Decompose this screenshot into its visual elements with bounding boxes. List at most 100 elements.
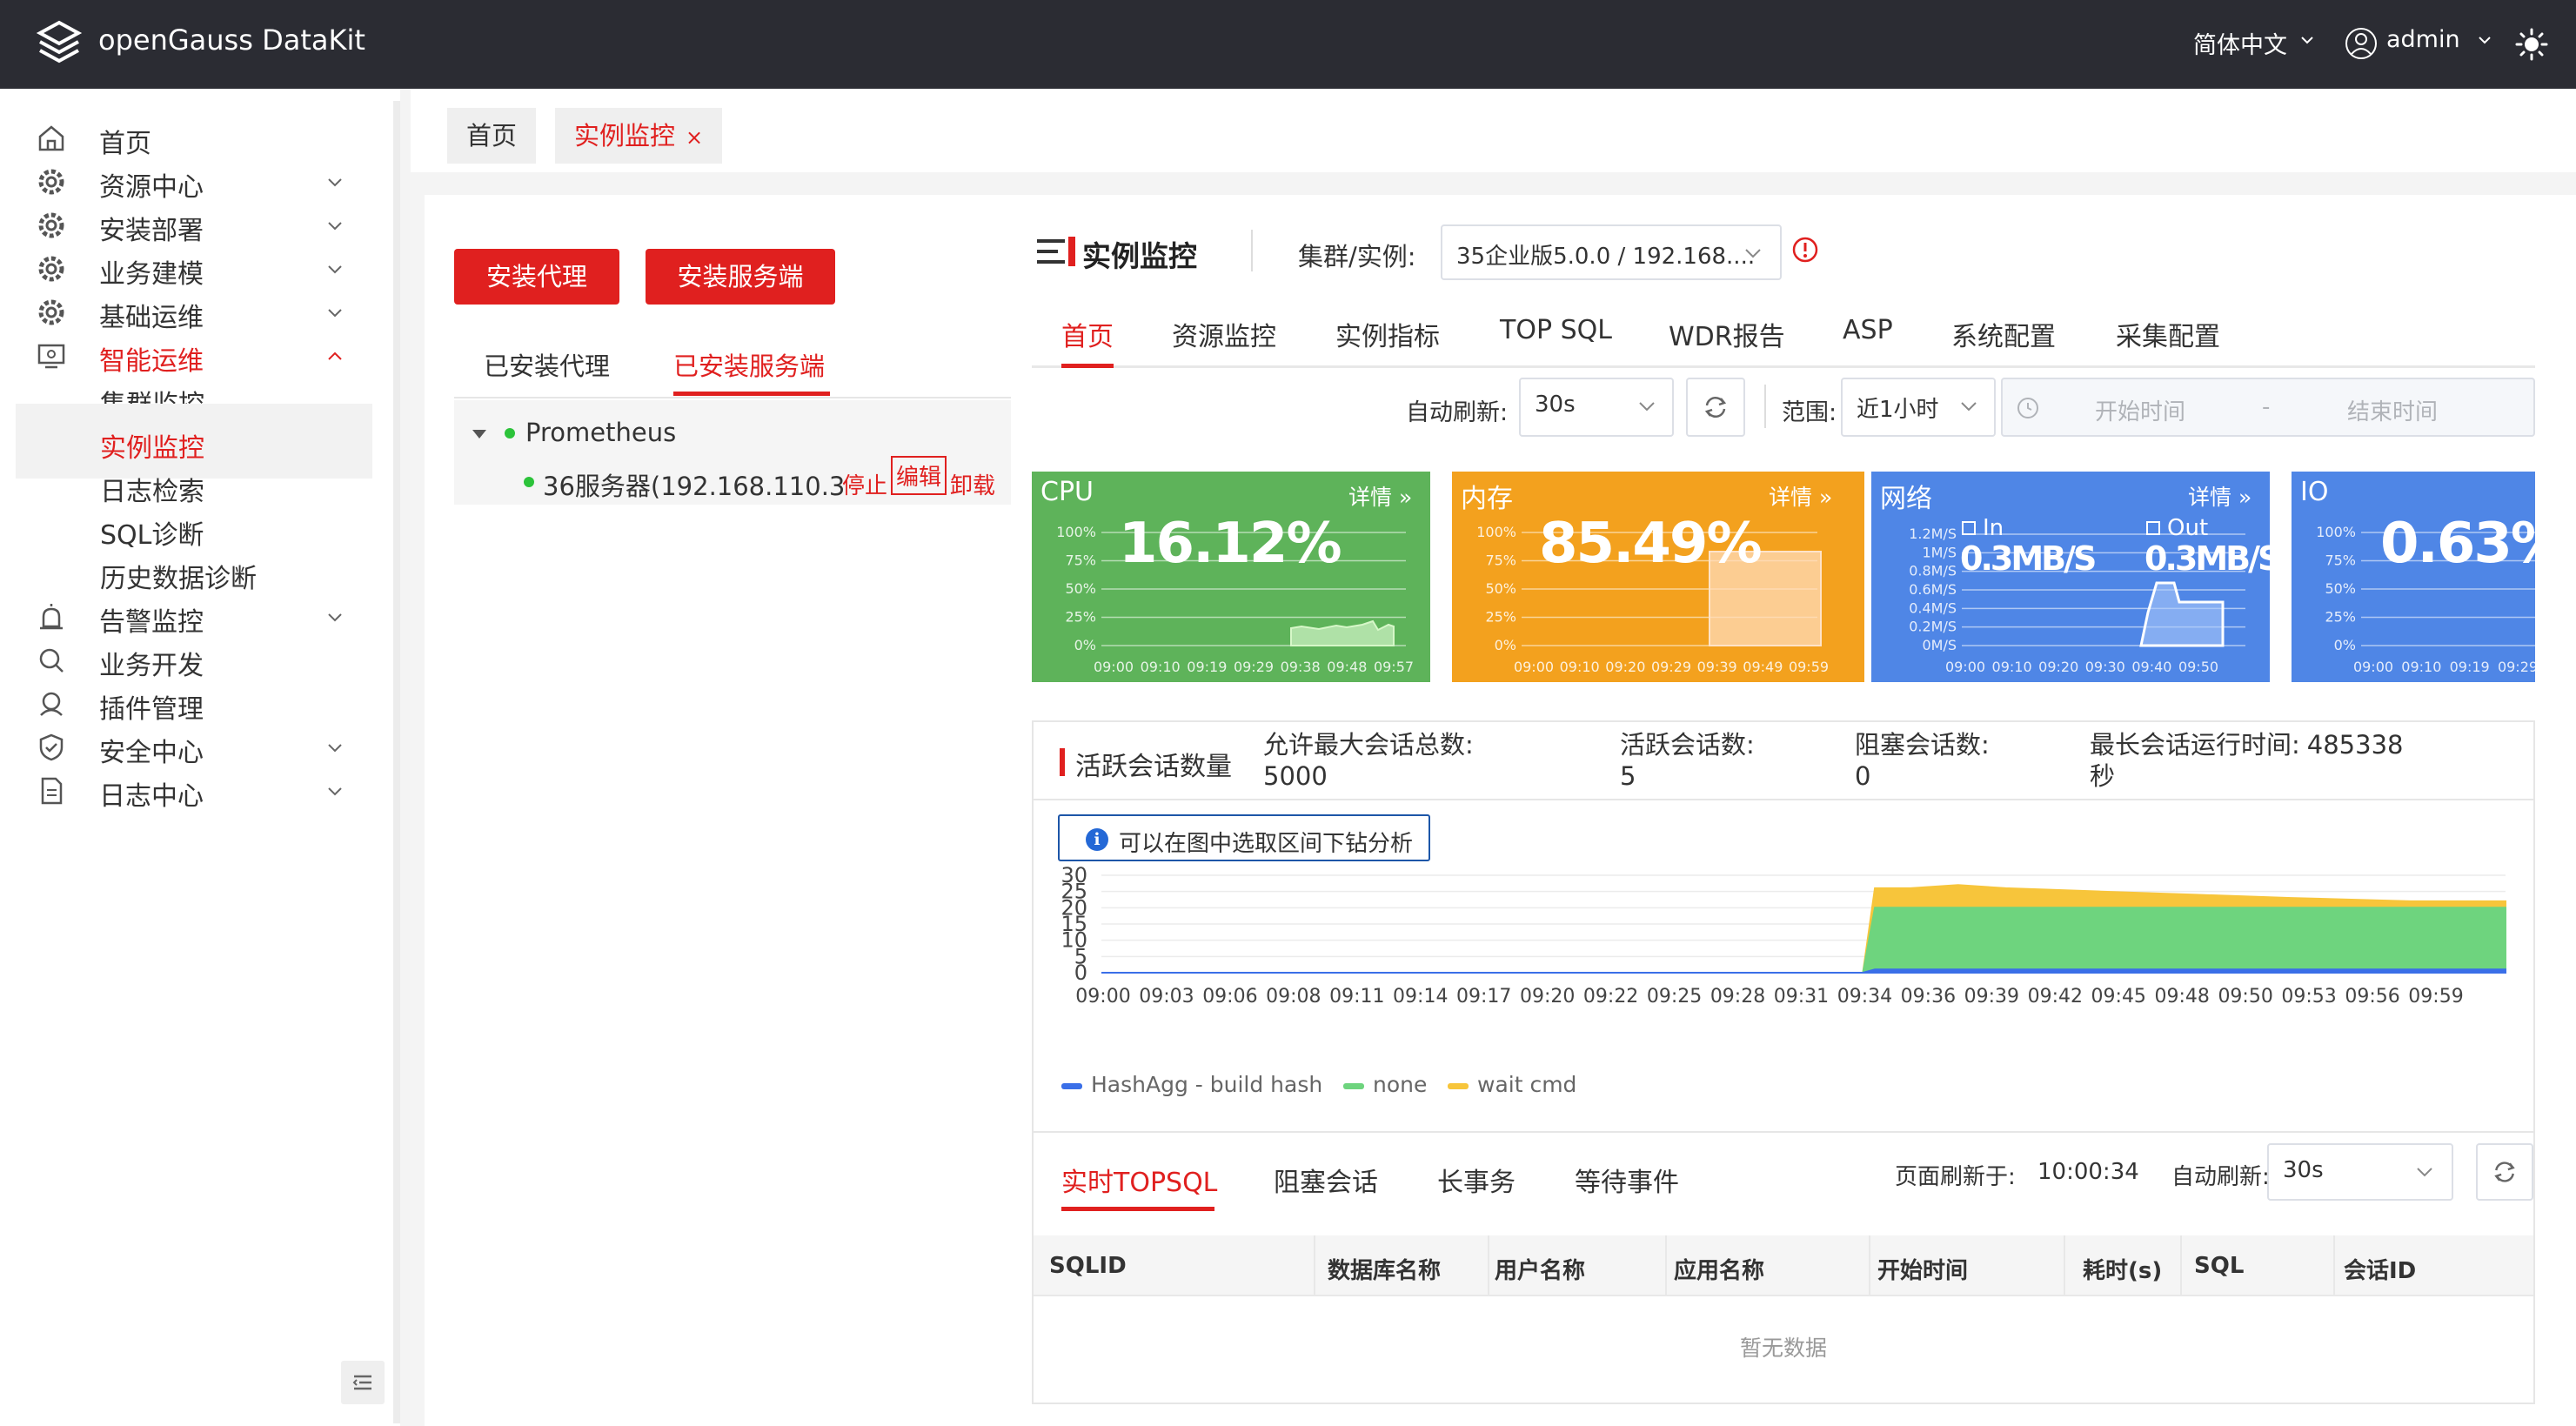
sidebar-collapse-button[interactable] [341,1361,385,1404]
y-tick-label: 0M/S [1922,637,1957,653]
io-value: 0.63% [2380,512,2535,576]
cluster-select[interactable]: 35企业版5.0.0 / 192.168.... [1441,224,1782,280]
y-tick-label: 30 [1061,863,1087,887]
clock-icon [2017,398,2038,418]
column-header[interactable]: 应用名称 [1674,1253,1764,1285]
y-tick-label: 100% [2316,524,2356,540]
range-label: 范围: [1782,399,1837,426]
refresh-button[interactable] [1686,378,1745,437]
y-tick-label: 50% [1485,580,1516,597]
sidebar: 首页 资源中心 安装部署 业务建模 基础运维 智能运维 集群监控 实例监控 日志… [0,89,400,1426]
active-sessions-panel: 活跃会话数量 允许最大会话总数: 5000 活跃会话数: 5 阻塞会话数: 0 最长会… [1032,720,2535,1404]
memory-title: 内存 [1461,484,1513,514]
column-divider [1869,1235,1870,1296]
tab-long-transactions[interactable]: 长事务 [1437,1161,1515,1199]
tab-wait-events[interactable]: 等待事件 [1575,1161,1679,1199]
x-tick-label: 09:28 [1710,986,1765,1008]
series-area [1101,968,2506,974]
tab-home[interactable]: 首页 [447,108,537,164]
y-tick-label: 25% [1485,609,1516,626]
start-time-input[interactable]: 开始时间 [2095,394,2185,426]
column-header[interactable]: 开始时间 [1877,1253,1968,1285]
legend-label: wait cmd [1477,1072,1577,1097]
max-sessions-label: 允许最大会话总数: [1263,730,1474,760]
tab-realtime-topsql[interactable]: 实时TOPSQL [1061,1161,1217,1199]
x-tick-label: 09:19 [2450,659,2490,675]
user-avatar-icon[interactable] [2344,26,2379,61]
install-server-button[interactable]: 安装服务端 [646,249,835,305]
x-tick-label: 09:17 [1456,986,1511,1008]
uninstall-link[interactable]: 卸载 [950,468,995,500]
end-time-input[interactable]: 结束时间 [2347,394,2438,426]
column-header[interactable]: SQLID [1049,1253,1127,1279]
legend-item-wait-cmd[interactable]: wait cmd [1448,1072,1576,1097]
top-tab-active-indicator [1061,1207,1214,1211]
y-tick-label: 0% [1495,637,1516,653]
nav-tab-home[interactable]: 首页 [1061,315,1114,353]
nav-tab-system-config[interactable]: 系统配置 [1951,315,2056,353]
chevron-down-icon[interactable] [2476,31,2493,49]
x-tick-label: 09:50 [2178,659,2218,675]
column-header[interactable]: 用户名称 [1495,1253,1585,1285]
caret-down-icon[interactable] [472,428,487,440]
range-select[interactable]: 近1小时 [1841,378,1996,437]
nav-tab-wdr-report[interactable]: WDR报告 [1669,315,1785,353]
tab-label: 首页 [466,121,518,151]
nav-tab-instance-metrics[interactable]: 实例指标 [1335,315,1440,353]
longest-session-stat: 最长会话运行时间: 485338 秒 [2090,729,2404,792]
memory-detail-link[interactable]: 详情 » [1769,480,1832,512]
network-detail-link[interactable]: 详情 » [2188,480,2251,512]
sidebar-item-log-center[interactable]: 日志中心 [16,752,372,827]
nav-tab-top-sql[interactable]: TOP SQL [1500,315,1612,345]
legend-item-hashagg[interactable]: HashAgg - build hash [1061,1072,1322,1097]
status-dot-online [524,477,534,487]
cpu-detail-link[interactable]: 详情 » [1348,480,1412,512]
nav-tab-resource-monitor[interactable]: 资源监控 [1172,315,1276,353]
y-tick-label: 75% [1485,552,1516,569]
auto-refresh-select[interactable]: 30s [1519,378,1674,437]
tree-node-prometheus[interactable]: Prometheus [525,418,676,447]
legend-item-none[interactable]: none [1343,1072,1427,1097]
refreshed-time: 10:00:34 [2037,1159,2139,1185]
column-header[interactable]: 会话ID [2344,1253,2416,1285]
legend-swatch [1343,1082,1364,1089]
tab-blocked-sessions[interactable]: 阻塞会话 [1274,1161,1378,1199]
x-tick-label: 09:29 [2498,659,2535,675]
legend-label: none [1373,1072,1428,1097]
x-tick-label: 09:34 [1837,986,1892,1008]
io-card: 100% 75% 50% 25% 0% 09:00 09:10 09:19 09:29 IO 0… [2292,472,2535,682]
x-tick-label: 09:36 [1901,986,1956,1008]
top-auto-refresh-label: 自动刷新: [2171,1164,2270,1190]
language-select[interactable]: 简体中文 [2193,26,2287,60]
subtab-installed-agent[interactable]: 已安装代理 [484,346,610,383]
network-card: 1.2M/S 1M/S 0.8M/S 0.6M/S 0.4M/S 0.2M/S 0M/S 09… [1871,472,2270,682]
empty-state: 暂无数据 [1739,1336,1827,1361]
close-icon[interactable]: × [686,125,703,150]
column-header[interactable]: SQL [2194,1253,2244,1279]
x-tick-label: 09:39 [1697,659,1737,675]
user-name[interactable]: admin [2386,26,2460,53]
chevron-down-icon [1961,402,1977,412]
theme-toggle-icon[interactable] [2514,27,2549,62]
stop-link[interactable]: 停止 [842,468,887,500]
chevron-down-icon[interactable] [2298,31,2316,49]
column-header[interactable]: 耗时(s) [2083,1253,2162,1285]
active-sessions-area-chart[interactable]: 05101520253009:00 09:03 09:06 09:08 09:11 09:… [1034,861,2533,1070]
edit-link[interactable]: 编辑 [891,456,947,495]
nav-tab-active-indicator [1061,364,1114,368]
title-divider [1251,230,1253,271]
date-range-picker[interactable]: 开始时间 - 结束时间 [2001,378,2535,437]
top-refresh-button[interactable] [2476,1143,2533,1201]
tree-node-server[interactable]: 36服务器(192.168.110.3 [543,466,845,503]
tab-instance-monitor[interactable]: 实例监控 × [555,108,723,164]
install-agent-button[interactable]: 安装代理 [454,249,619,305]
network-usage-area [2139,581,2225,647]
subtab-installed-server[interactable]: 已安装服务端 [673,346,825,383]
column-header[interactable]: 数据库名称 [1328,1253,1441,1285]
top-auto-refresh-select[interactable]: 30s [2267,1143,2453,1201]
drilldown-hint: i 可以在图中选取区间下钻分析 [1058,814,1430,861]
nav-tab-collect-config[interactable]: 采集配置 [2116,315,2220,353]
info-circle-icon[interactable] [1792,237,1818,263]
nav-tab-asp[interactable]: ASP [1843,315,1893,345]
sidebar-scrollbar[interactable] [393,101,400,1423]
